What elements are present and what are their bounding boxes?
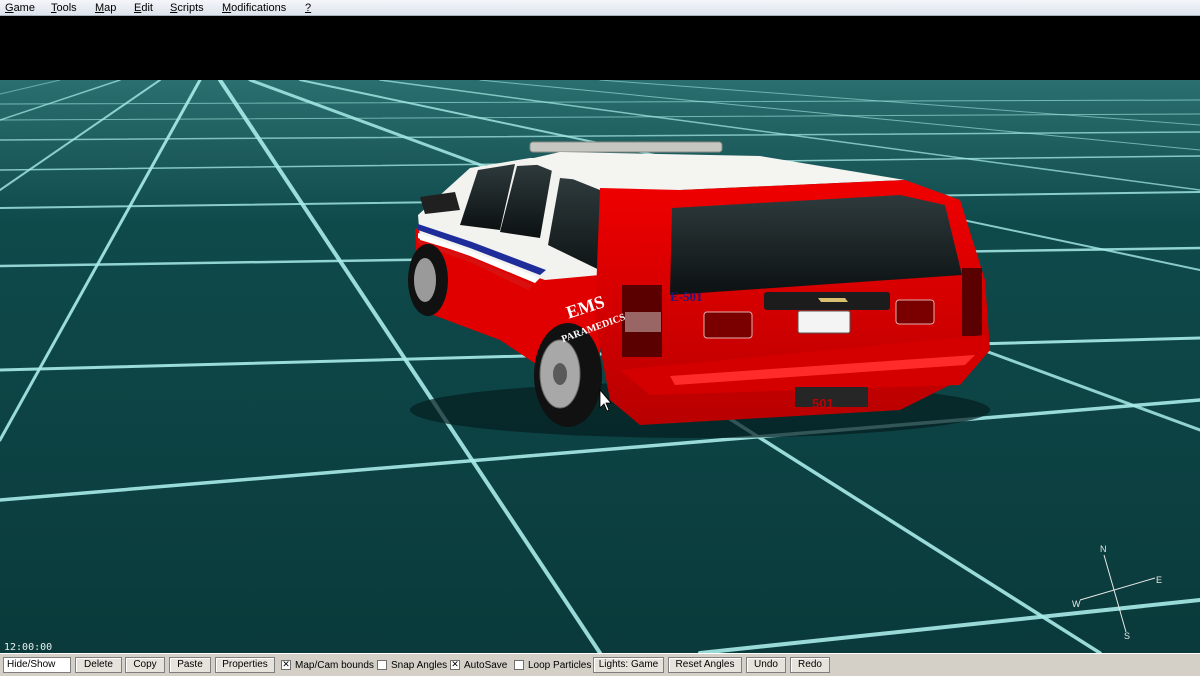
properties-button[interactable]: Properties xyxy=(215,657,275,673)
3d-viewport[interactable]: E-501 501 EMS PARAMEDICS xyxy=(0,80,1200,653)
loop-particles-toggle[interactable]: Loop Particles xyxy=(514,658,591,672)
map-cam-bounds-toggle[interactable]: ✕ Map/Cam bounds xyxy=(281,658,374,672)
reset-angles-button[interactable]: Reset Angles xyxy=(668,657,742,673)
menu-tools[interactable]: Tools xyxy=(51,0,77,16)
front-wheel xyxy=(408,244,448,316)
menu-bar: Game Tools Map Edit Scripts Modification… xyxy=(0,0,1200,16)
copy-button[interactable]: Copy xyxy=(125,657,165,673)
autosave-label: AutoSave xyxy=(464,659,508,671)
undo-button[interactable]: Undo xyxy=(746,657,786,673)
menu-modifications[interactable]: Modifications xyxy=(222,0,286,16)
menu-map[interactable]: Map xyxy=(95,0,116,16)
menu-game[interactable]: Game xyxy=(5,0,35,16)
compass-south: S xyxy=(1124,631,1131,641)
map-cam-bounds-label: Map/Cam bounds xyxy=(295,659,374,671)
map-cam-bounds-checkbox[interactable]: ✕ xyxy=(281,660,291,670)
compass-west: W xyxy=(1072,599,1081,609)
light-bar xyxy=(529,141,723,153)
plate-number: 501 xyxy=(812,396,834,411)
delete-button[interactable]: Delete xyxy=(75,657,122,673)
lights-mode-button[interactable]: Lights: Game xyxy=(593,657,664,673)
compass: N E S W xyxy=(1060,540,1170,645)
license-plate xyxy=(797,310,851,334)
snap-angles-label: Snap Angles xyxy=(391,659,448,671)
loop-particles-checkbox[interactable] xyxy=(514,660,524,670)
menu-scripts[interactable]: Scripts xyxy=(170,0,204,16)
editor-toolbar: Hide/Show Delete Copy Paste Properties ✕… xyxy=(0,653,1200,676)
loop-particles-label: Loop Particles xyxy=(528,659,592,671)
compass-east: E xyxy=(1156,575,1163,585)
autosave-checkbox[interactable]: ✕ xyxy=(450,660,460,670)
menu-edit[interactable]: Edit xyxy=(134,0,153,16)
autosave-toggle[interactable]: ✕ AutoSave xyxy=(450,658,507,672)
redo-button[interactable]: Redo xyxy=(790,657,830,673)
compass-north: N xyxy=(1100,544,1107,554)
snap-angles-checkbox[interactable] xyxy=(377,660,387,670)
time-readout: 12:00:00 xyxy=(4,642,53,653)
paste-button[interactable]: Paste xyxy=(169,657,211,673)
hide-show-field[interactable]: Hide/Show xyxy=(3,657,71,673)
unit-number-label: E-501 xyxy=(670,289,703,304)
menu-help[interactable]: ? xyxy=(305,0,311,16)
sky-band xyxy=(0,16,1200,80)
snap-angles-toggle[interactable]: Snap Angles xyxy=(377,658,447,672)
